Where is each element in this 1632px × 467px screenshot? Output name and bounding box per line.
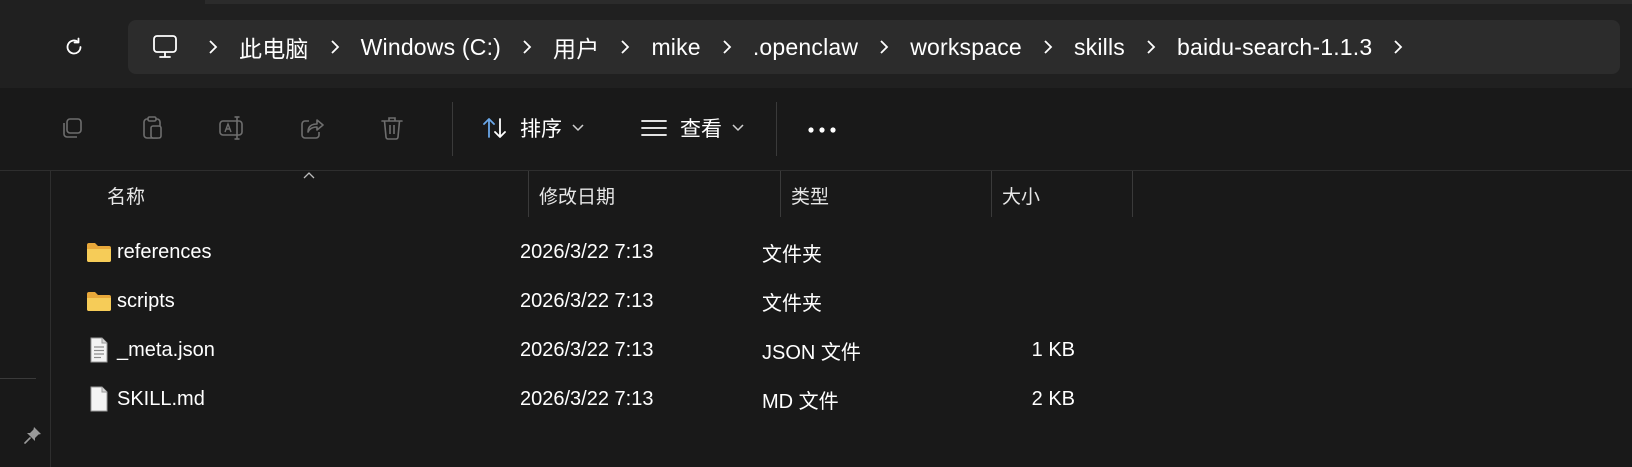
address-bar-row: 此电脑 Windows (C:) 用户 mike .openclaw works… bbox=[0, 0, 1632, 88]
share-button[interactable] bbox=[292, 108, 332, 148]
file-type: 文件夹 bbox=[762, 243, 822, 266]
trash-icon bbox=[381, 117, 403, 140]
column-header-type-label: 类型 bbox=[791, 186, 830, 208]
file-row-scripts[interactable]: scripts 2026/3/22 7:13 文件夹 bbox=[51, 276, 1632, 326]
breadcrumb-mike[interactable]: mike bbox=[647, 34, 704, 61]
chevron-right-icon[interactable] bbox=[616, 39, 634, 55]
file-type: 文件夹 bbox=[762, 292, 822, 315]
file-modified: 2026/3/22 7:13 bbox=[520, 240, 654, 263]
file-size bbox=[983, 227, 1075, 277]
chevron-right-icon[interactable] bbox=[204, 39, 222, 55]
chevron-right-icon[interactable] bbox=[875, 39, 893, 55]
delete-button[interactable] bbox=[372, 108, 412, 148]
navigation-pane bbox=[0, 171, 51, 467]
chevron-right-icon[interactable] bbox=[718, 39, 736, 55]
file-size: 1 KB bbox=[1031, 338, 1075, 361]
column-resize-handle[interactable] bbox=[780, 171, 781, 217]
column-resize-handle[interactable] bbox=[1132, 171, 1133, 217]
sort-label: 排序 bbox=[520, 118, 562, 141]
file-name: _meta.json bbox=[117, 338, 215, 361]
folder-icon bbox=[86, 289, 112, 313]
view-lines-icon bbox=[641, 120, 667, 136]
paste-button[interactable] bbox=[132, 108, 172, 148]
column-header-name-label: 名称 bbox=[107, 186, 146, 208]
chevron-down-icon bbox=[732, 124, 744, 132]
copy-icon bbox=[63, 118, 82, 138]
file-explorer-window: 此电脑 Windows (C:) 用户 mike .openclaw works… bbox=[0, 0, 1632, 467]
title-strip bbox=[205, 0, 1632, 4]
command-bar: 排序 查看 bbox=[0, 88, 1632, 171]
chevron-right-icon[interactable] bbox=[1039, 39, 1057, 55]
refresh-icon bbox=[66, 37, 82, 55]
refresh-button[interactable] bbox=[54, 29, 94, 65]
file-name: scripts bbox=[117, 289, 175, 312]
pin-icon[interactable] bbox=[22, 424, 44, 446]
column-header-modified[interactable]: 修改日期 bbox=[539, 171, 615, 219]
breadcrumb-this-pc[interactable]: 此电脑 bbox=[235, 30, 313, 64]
file-row-references[interactable]: references 2026/3/22 7:13 文件夹 bbox=[51, 227, 1632, 277]
this-pc-icon[interactable] bbox=[146, 28, 184, 66]
copy-button[interactable] bbox=[52, 108, 92, 148]
column-header-type[interactable]: 类型 bbox=[791, 171, 829, 219]
more-dots-icon bbox=[808, 127, 836, 133]
chevron-right-icon[interactable] bbox=[326, 39, 344, 55]
column-header-size-label: 大小 bbox=[1002, 186, 1041, 208]
folder-icon bbox=[86, 240, 112, 264]
breadcrumb-openclaw[interactable]: .openclaw bbox=[749, 34, 862, 61]
column-header-name[interactable]: 名称 bbox=[107, 171, 145, 219]
file-size bbox=[983, 276, 1075, 326]
file-modified: 2026/3/22 7:13 bbox=[520, 387, 654, 410]
file-name: SKILL.md bbox=[117, 387, 205, 410]
file-row-skill-md[interactable]: SKILL.md 2026/3/22 7:13 MD 文件 2 KB bbox=[51, 374, 1632, 424]
breadcrumb-drive-c[interactable]: Windows (C:) bbox=[357, 34, 505, 61]
rename-icon bbox=[219, 116, 243, 140]
file-name: references bbox=[117, 240, 212, 263]
file-modified: 2026/3/22 7:13 bbox=[520, 289, 654, 312]
share-icon bbox=[301, 119, 324, 139]
breadcrumb-skills[interactable]: skills bbox=[1070, 34, 1129, 61]
breadcrumb-users[interactable]: 用户 bbox=[549, 30, 603, 64]
chevron-right-icon[interactable] bbox=[1389, 39, 1407, 55]
md-file-icon bbox=[86, 386, 112, 412]
file-type: MD 文件 bbox=[762, 390, 839, 413]
chevron-right-icon[interactable] bbox=[1142, 39, 1160, 55]
file-type: JSON 文件 bbox=[762, 341, 861, 364]
view-label: 查看 bbox=[680, 118, 722, 141]
column-header-modified-label: 修改日期 bbox=[539, 186, 616, 208]
file-size: 2 KB bbox=[1031, 387, 1075, 410]
sort-icon bbox=[483, 118, 506, 138]
breadcrumb-baidu-search[interactable]: baidu-search-1.1.3 bbox=[1173, 34, 1376, 61]
column-headers: 名称 修改日期 类型 大小 bbox=[51, 171, 1632, 221]
toolbar-divider bbox=[776, 102, 777, 156]
breadcrumb-workspace[interactable]: workspace bbox=[906, 34, 1026, 61]
chevron-down-icon bbox=[572, 124, 584, 132]
view-button[interactable]: 查看 bbox=[640, 106, 744, 150]
json-file-icon bbox=[86, 337, 112, 363]
file-modified: 2026/3/22 7:13 bbox=[520, 338, 654, 361]
address-box[interactable]: 此电脑 Windows (C:) 用户 mike .openclaw works… bbox=[128, 20, 1620, 74]
rename-button[interactable] bbox=[212, 108, 252, 148]
column-header-size[interactable]: 大小 bbox=[1002, 171, 1040, 219]
more-options-button[interactable] bbox=[800, 110, 844, 150]
chevron-right-icon[interactable] bbox=[518, 39, 536, 55]
column-resize-handle[interactable] bbox=[991, 171, 992, 217]
nav-pane-divider bbox=[0, 378, 36, 379]
file-row-meta-json[interactable]: _meta.json 2026/3/22 7:13 JSON 文件 1 KB bbox=[51, 325, 1632, 375]
toolbar-divider bbox=[452, 102, 453, 156]
sort-button[interactable]: 排序 bbox=[482, 106, 584, 150]
column-resize-handle[interactable] bbox=[528, 171, 529, 217]
paste-icon bbox=[143, 116, 162, 139]
